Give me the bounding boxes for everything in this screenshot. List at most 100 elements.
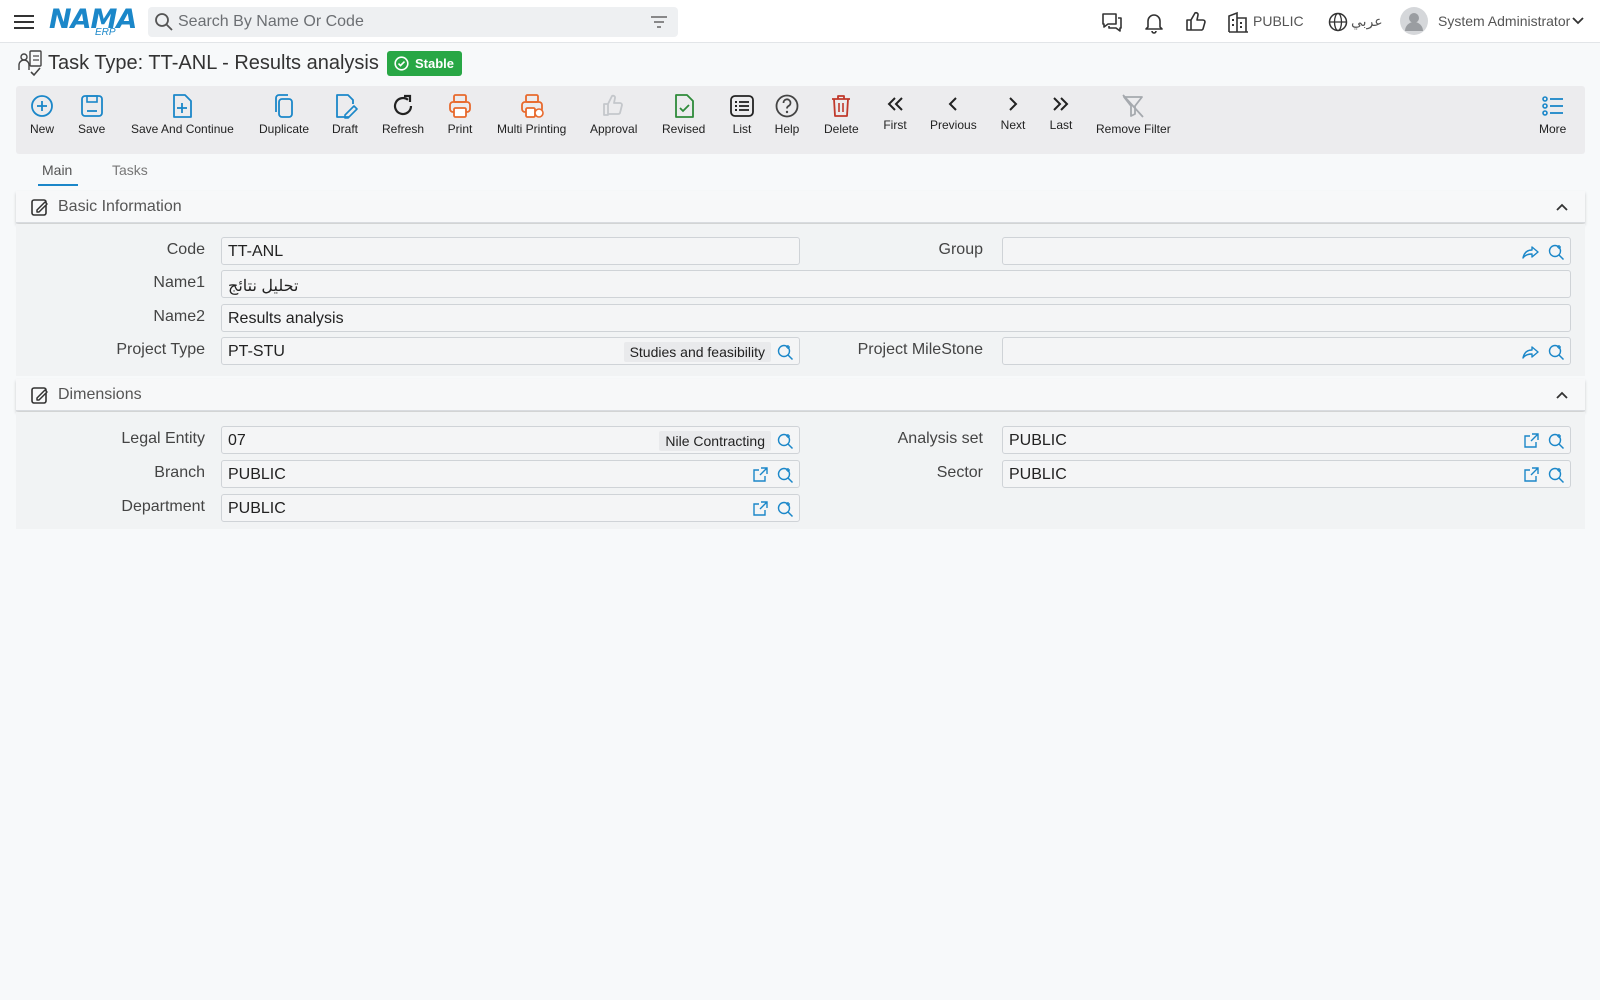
- list-button[interactable]: List: [729, 92, 755, 136]
- search-plus-icon[interactable]: [1547, 432, 1565, 450]
- avatar[interactable]: [1400, 7, 1428, 35]
- section-dimensions[interactable]: Dimensions: [16, 379, 1585, 411]
- previous-record-button[interactable]: Previous: [930, 92, 977, 132]
- menu-icon[interactable]: [13, 11, 35, 33]
- tab-tasks[interactable]: Tasks: [112, 162, 148, 178]
- globe-icon[interactable]: [1327, 10, 1349, 34]
- group-field[interactable]: [1002, 237, 1571, 265]
- multi-printer-icon: [520, 94, 544, 118]
- edit-icon: [31, 199, 48, 216]
- search-plus-icon[interactable]: [1547, 466, 1565, 484]
- first-record-button[interactable]: First: [882, 92, 908, 132]
- multi-printing-button[interactable]: Multi Printing: [497, 92, 566, 136]
- chevron-right-icon: [1009, 97, 1018, 111]
- list-icon: [730, 95, 754, 117]
- file-plus-icon: [173, 94, 193, 118]
- language-switch[interactable]: عربي: [1351, 13, 1383, 30]
- thumbs-up-icon[interactable]: [1184, 10, 1208, 34]
- search-plus-icon[interactable]: [776, 343, 794, 361]
- draft-button[interactable]: Draft: [332, 92, 358, 136]
- analysis-set-field[interactable]: PUBLIC: [1002, 426, 1571, 454]
- dimensions-body: Legal Entity 07 Nile Contracting Analysi…: [16, 412, 1585, 529]
- name2-field[interactable]: Results analysis: [221, 304, 1571, 332]
- branch-field[interactable]: PUBLIC: [221, 460, 800, 488]
- department-label: Department: [121, 498, 205, 515]
- code-label: Code: [166, 241, 205, 258]
- save-and-continue-button[interactable]: Save And Continue: [131, 92, 234, 136]
- more-button[interactable]: More: [1539, 92, 1566, 136]
- remove-filter-button[interactable]: Remove Filter: [1096, 92, 1171, 136]
- legal-entity-field[interactable]: 07 Nile Contracting: [221, 426, 800, 454]
- sector-field[interactable]: PUBLIC: [1002, 460, 1571, 488]
- project-type-label: Project Type: [116, 341, 205, 358]
- legal-entity-description: Nile Contracting: [659, 431, 771, 451]
- bell-icon[interactable]: [1142, 10, 1166, 34]
- company-label[interactable]: PUBLIC: [1253, 13, 1304, 29]
- status-label: Stable: [415, 56, 455, 71]
- trash-icon: [832, 95, 851, 117]
- double-chevron-left-icon: [887, 97, 903, 111]
- chat-icon[interactable]: [1100, 10, 1124, 34]
- edit-icon: [31, 387, 48, 404]
- search-box: [148, 7, 678, 37]
- action-toolbar: New Save Save And Continue Duplicate Dra…: [16, 86, 1585, 154]
- project-type-description: Studies and feasibility: [623, 342, 771, 362]
- chevron-up-icon[interactable]: [1555, 201, 1569, 213]
- delete-button[interactable]: Delete: [824, 92, 859, 136]
- search-plus-icon[interactable]: [776, 432, 794, 450]
- external-link-icon[interactable]: [1522, 432, 1540, 450]
- project-type-field[interactable]: PT-STU Studies and feasibility: [221, 337, 800, 365]
- section-title: Basic Information: [58, 198, 182, 215]
- new-button[interactable]: New: [29, 92, 55, 136]
- building-icon[interactable]: [1227, 10, 1249, 34]
- list-more-icon: [1541, 96, 1563, 116]
- save-icon: [80, 95, 103, 117]
- filter-off-icon: [1122, 94, 1145, 118]
- thumbs-up-icon: [602, 94, 623, 116]
- save-button[interactable]: Save: [78, 92, 105, 136]
- check-circle-icon: [394, 56, 409, 71]
- approval-button[interactable]: Approval: [590, 92, 637, 136]
- last-record-button[interactable]: Last: [1048, 92, 1074, 132]
- external-link-icon[interactable]: [1522, 466, 1540, 484]
- search-plus-icon[interactable]: [776, 500, 794, 518]
- task-type-icon: [18, 50, 42, 77]
- search-icon: [155, 13, 173, 31]
- search-input[interactable]: [178, 7, 638, 37]
- next-record-button[interactable]: Next: [1000, 92, 1026, 132]
- refresh-icon: [393, 94, 413, 116]
- top-bar: NAMA ERP PUBLIC عربي: [0, 0, 1600, 43]
- section-basic-information[interactable]: Basic Information: [16, 191, 1585, 223]
- name2-label: Name2: [153, 308, 205, 325]
- sector-label: Sector: [936, 464, 983, 481]
- edit-file-icon: [336, 94, 358, 119]
- share-icon[interactable]: [1522, 343, 1540, 361]
- help-button[interactable]: Help: [774, 92, 800, 136]
- search-plus-icon[interactable]: [776, 466, 794, 484]
- analysis-set-label: Analysis set: [897, 430, 983, 447]
- user-name[interactable]: System Administrator: [1438, 13, 1570, 29]
- filter-icon[interactable]: [650, 14, 668, 30]
- tab-main[interactable]: Main: [42, 162, 72, 178]
- external-link-icon[interactable]: [751, 500, 769, 518]
- printer-icon: [449, 94, 471, 118]
- plus-circle-icon: [31, 95, 53, 117]
- chevron-down-icon[interactable]: [1571, 14, 1585, 28]
- project-milestone-label: Project MileStone: [857, 341, 983, 358]
- chevron-up-icon[interactable]: [1555, 389, 1569, 401]
- help-icon: [775, 94, 799, 118]
- refresh-button[interactable]: Refresh: [382, 92, 424, 136]
- name1-field[interactable]: تحليل نتائج: [221, 270, 1571, 298]
- duplicate-button[interactable]: Duplicate: [259, 92, 309, 136]
- active-tab-indicator: [38, 184, 78, 186]
- project-milestone-field[interactable]: [1002, 337, 1571, 365]
- search-plus-icon[interactable]: [1547, 243, 1565, 261]
- department-field[interactable]: PUBLIC: [221, 494, 800, 522]
- search-plus-icon[interactable]: [1547, 343, 1565, 361]
- external-link-icon[interactable]: [751, 466, 769, 484]
- share-icon[interactable]: [1522, 243, 1540, 261]
- code-field[interactable]: TT-ANL: [221, 237, 800, 265]
- revised-button[interactable]: Revised: [662, 92, 705, 136]
- print-button[interactable]: Print: [447, 92, 473, 136]
- app-logo[interactable]: NAMA ERP: [49, 4, 137, 38]
